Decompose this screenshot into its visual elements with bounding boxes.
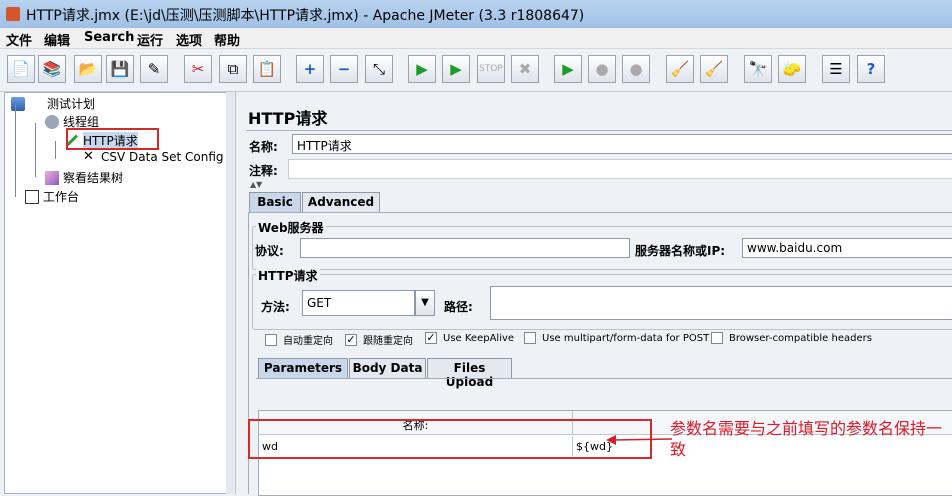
checkbox-follow-redirects[interactable]: ✓ 跟随重定向 xyxy=(345,332,413,347)
comment-label: 注释: xyxy=(249,164,278,178)
checkbox-box[interactable]: ✓ xyxy=(345,333,357,346)
path-input[interactable] xyxy=(490,286,952,320)
templates-icon[interactable]: 📚 xyxy=(38,55,66,83)
tab-advanced[interactable]: Advanced xyxy=(302,192,380,212)
panel-title: HTTP请求 xyxy=(248,109,328,128)
clear-icon[interactable]: 🧹 xyxy=(666,55,694,83)
stop-icon[interactable]: STOP xyxy=(477,55,505,83)
checkbox-box[interactable] xyxy=(524,332,536,344)
tab-basic[interactable]: Basic xyxy=(249,192,301,212)
test-plan-tree: 测试计划 线程组 HTTP请求 ✕ CSV Data Set Config 察看… xyxy=(4,92,227,494)
collapse-icon[interactable]: − xyxy=(330,55,358,83)
save-as-icon[interactable]: ✎ xyxy=(140,55,168,83)
protocol-label: 协议: xyxy=(255,244,284,258)
highlight-box-tree xyxy=(66,128,159,150)
checkbox-box[interactable] xyxy=(711,332,723,344)
tab-files-upload[interactable]: Files Upload xyxy=(427,358,512,389)
paste-icon[interactable]: 📋 xyxy=(253,55,281,83)
path-label: 路径: xyxy=(444,300,473,314)
tree-node-test-plan[interactable]: 测试计划 xyxy=(11,95,95,112)
tree-node-result-tree[interactable]: 察看结果树 xyxy=(45,169,123,186)
copy-icon[interactable]: ⧉ xyxy=(219,55,247,83)
server-label: 服务器名称或IP: xyxy=(635,244,726,258)
tree-node-csv-config[interactable]: ✕ CSV Data Set Config xyxy=(83,149,224,165)
toggle-icon[interactable]: ⤡ xyxy=(365,55,393,83)
save-icon[interactable]: 💾 xyxy=(106,55,134,83)
tab-parameters[interactable]: Parameters xyxy=(258,358,348,378)
remote-stop-icon[interactable]: ● xyxy=(588,55,616,83)
tab-body-data[interactable]: Body Data xyxy=(349,358,426,378)
tree-connector xyxy=(35,123,36,177)
divider xyxy=(246,130,952,131)
tree-connector xyxy=(55,141,56,159)
cut-icon[interactable]: ✂ xyxy=(184,55,212,83)
menu-file[interactable]: 文件 xyxy=(6,30,32,49)
protocol-input[interactable] xyxy=(300,238,630,258)
checkbox-browser-headers[interactable]: Browser-compatible headers xyxy=(711,332,872,344)
menu-edit[interactable]: 编辑 xyxy=(44,30,70,49)
collapse-arrows-icon[interactable]: ▲▼ xyxy=(250,180,262,189)
checkbox-auto-redirect[interactable]: 自动重定向 xyxy=(265,332,333,347)
server-input[interactable]: www.baidu.com xyxy=(742,238,952,258)
start-icon[interactable]: ▶ xyxy=(408,55,436,83)
menu-options[interactable]: 选项 xyxy=(176,30,202,49)
chevron-down-icon[interactable]: ▼ xyxy=(415,290,435,316)
menu-bar: 文件 编辑 Search 运行 选项 帮助 xyxy=(0,28,952,49)
menu-search[interactable]: Search xyxy=(84,30,134,45)
shutdown-icon[interactable]: ✖ xyxy=(511,55,539,83)
remote-start-icon[interactable]: ▶ xyxy=(554,55,582,83)
window-title: HTTP请求.jmx (E:\jd\压测\压测脚本\HTTP请求.jmx) - … xyxy=(26,8,585,24)
checkbox-box[interactable] xyxy=(265,333,277,346)
checkbox-box[interactable]: ✓ xyxy=(425,332,437,344)
clear-all-icon[interactable]: 🧹 xyxy=(700,55,728,83)
title-bar: HTTP请求.jmx (E:\jd\压测\压测脚本\HTTP请求.jmx) - … xyxy=(0,0,952,28)
jmeter-app-icon xyxy=(6,7,20,21)
workbench-icon xyxy=(25,189,39,204)
test-plan-icon xyxy=(11,96,25,111)
highlight-box-table xyxy=(248,419,652,459)
chart-icon xyxy=(45,170,59,185)
help-icon[interactable]: ? xyxy=(857,55,885,83)
expand-icon[interactable]: + xyxy=(296,55,324,83)
menu-run[interactable]: 运行 xyxy=(137,30,163,49)
gear-icon xyxy=(45,114,59,129)
menu-help[interactable]: 帮助 xyxy=(214,30,240,49)
reset-search-icon[interactable]: 🧽 xyxy=(778,55,806,83)
new-icon[interactable]: 📄 xyxy=(7,55,35,83)
web-server-group-title: Web服务器 xyxy=(256,219,326,236)
tree-node-workbench[interactable]: 工作台 xyxy=(25,188,79,205)
search-icon[interactable]: 🔭 xyxy=(744,55,772,83)
start-no-pause-icon[interactable]: ▶ xyxy=(442,55,470,83)
tools-icon: ✕ xyxy=(83,149,94,164)
annotation-arrow xyxy=(606,435,673,445)
method-label: 方法: xyxy=(261,300,290,314)
name-field[interactable]: HTTP请求 xyxy=(292,134,952,154)
checkbox-multipart[interactable]: Use multipart/form-data for POST xyxy=(524,332,709,344)
toolbar: 📄 📚 📂 💾 ✎ ✂ ⧉ 📋 + − ⤡ ▶ ▶ STOP ✖ ▶ ● ● 🧹… xyxy=(0,49,952,92)
checkbox-keepalive[interactable]: ✓ Use KeepAlive xyxy=(425,332,514,344)
annotation-text: 参数名需要与之前填写的参数名保持一致 xyxy=(670,419,943,459)
tree-connector xyxy=(15,105,16,197)
method-select[interactable]: GET xyxy=(302,290,415,316)
http-request-group-title: HTTP请求 xyxy=(256,267,320,284)
splitter[interactable] xyxy=(226,92,234,494)
comment-field[interactable] xyxy=(288,159,952,179)
remote-shutdown-icon[interactable]: ● xyxy=(622,55,650,83)
function-helper-icon[interactable]: ☰ xyxy=(822,55,850,83)
name-label: 名称: xyxy=(249,140,278,154)
open-icon[interactable]: 📂 xyxy=(74,55,102,83)
